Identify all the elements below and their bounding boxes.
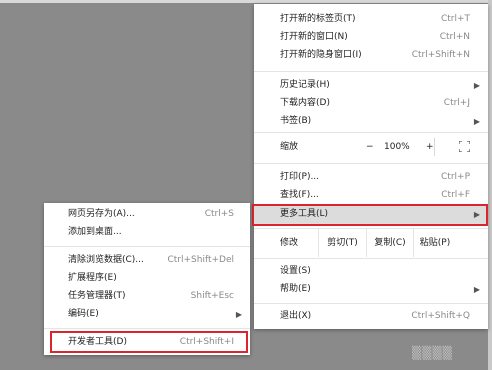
menu-item-label: 打开新的隐身窗口(I): [280, 50, 362, 60]
menu-item-settings[interactable]: 设置(S): [254, 263, 488, 280]
copy-button[interactable]: 复制(C): [366, 229, 413, 257]
developer-tools-highlight-box: [50, 331, 248, 353]
cut-button[interactable]: 剪切(T): [318, 229, 366, 257]
menu-item-shortcut: Ctrl+F: [441, 190, 470, 200]
zoom-level: 100%: [384, 142, 410, 152]
edit-row: 修改 剪切(T) 复制(C) 粘贴(P): [254, 229, 488, 257]
menu-item-bookmarks[interactable]: 书签(B) ▶: [254, 113, 488, 130]
watermark: ▒▒▒▒: [412, 346, 453, 360]
paste-button[interactable]: 粘贴(P): [413, 229, 456, 257]
submenu-arrow-icon: ▶: [473, 81, 480, 90]
menu-item-find[interactable]: 查找(F)... Ctrl+F: [254, 187, 488, 204]
menu-item-new-window[interactable]: 打开新的窗口(N) Ctrl+N: [254, 29, 488, 46]
submenu-item-task-manager[interactable]: 任务管理器(T) Shift+Esc: [44, 288, 250, 305]
zoom-divider: [434, 138, 435, 156]
menu-separator: [254, 258, 488, 259]
submenu-arrow-icon: ▶: [473, 117, 480, 126]
menu-item-shortcut: Ctrl+Shift+Q: [411, 311, 470, 321]
menu-item-label: 打开新的窗口(N): [280, 32, 348, 42]
window-right-edge: [488, 0, 492, 370]
menu-separator: [254, 303, 488, 304]
menu-item-history[interactable]: 历史记录(H) ▶: [254, 77, 488, 94]
submenu-arrow-icon: ▶: [235, 310, 242, 319]
submenu-item-extensions[interactable]: 扩展程序(E): [44, 270, 250, 287]
menu-item-print[interactable]: 打印(P)... Ctrl+P: [254, 169, 488, 186]
menu-separator: [254, 71, 488, 72]
menu-item-label: 下载内容(D): [280, 98, 330, 108]
menu-item-shortcut: Ctrl+N: [439, 32, 470, 42]
submenu-item-clear-data[interactable]: 清除浏览数据(C)... Ctrl+Shift+Del: [44, 252, 250, 269]
more-tools-highlight-box: [252, 204, 488, 226]
zoom-row: 缩放 − 100% +: [254, 132, 488, 162]
menu-separator: [44, 246, 250, 247]
menu-item-exit[interactable]: 退出(X) Ctrl+Shift+Q: [254, 308, 488, 325]
menu-item-shortcut: Ctrl+J: [443, 98, 470, 108]
menu-item-label: 网页另存为(A)...: [68, 209, 135, 219]
menu-item-shortcut: Ctrl+Shift+N: [411, 50, 470, 60]
menu-item-label: 编码(E): [68, 309, 99, 319]
submenu-item-encoding[interactable]: 编码(E) ▶: [44, 306, 250, 323]
menu-item-shortcut: Ctrl+S: [204, 209, 234, 219]
menu-item-label: 打印(P)...: [280, 172, 320, 182]
menu-item-label: 添加到桌面...: [68, 227, 122, 237]
menu-item-label: 任务管理器(T): [68, 291, 126, 301]
zoom-in-button[interactable]: +: [426, 132, 434, 162]
menu-item-label: 扩展程序(E): [68, 273, 117, 283]
menu-item-label: 打开新的标签页(T): [280, 14, 356, 24]
zoom-out-button[interactable]: −: [366, 132, 374, 162]
zoom-label: 缩放: [280, 142, 299, 152]
menu-item-shortcut: Ctrl+T: [440, 14, 470, 24]
menu-separator: [44, 328, 250, 329]
menu-item-downloads[interactable]: 下载内容(D) Ctrl+J: [254, 95, 488, 112]
fullscreen-icon[interactable]: [459, 141, 470, 152]
menu-item-label: 设置(S): [280, 266, 311, 276]
menu-item-label: 书签(B): [280, 116, 312, 126]
browser-top-strip: [0, 0, 492, 3]
menu-item-shortcut: Shift+Esc: [190, 291, 234, 301]
menu-item-shortcut: Ctrl+P: [441, 172, 470, 182]
menu-item-label: 帮助(E): [280, 284, 311, 294]
menu-item-shortcut: Ctrl+Shift+Del: [167, 255, 234, 265]
menu-item-label: 退出(X): [280, 311, 312, 321]
browser-main-menu: 打开新的标签页(T) Ctrl+T 打开新的窗口(N) Ctrl+N 打开新的隐…: [252, 4, 488, 329]
submenu-arrow-icon: ▶: [473, 285, 480, 294]
submenu-item-add-to-desktop[interactable]: 添加到桌面...: [44, 224, 250, 241]
menu-item-label: 历史记录(H): [280, 80, 330, 90]
menu-item-new-incognito[interactable]: 打开新的隐身窗口(I) Ctrl+Shift+N: [254, 47, 488, 64]
more-tools-submenu: 网页另存为(A)... Ctrl+S 添加到桌面... 清除浏览数据(C)...…: [44, 203, 250, 355]
submenu-item-save-page[interactable]: 网页另存为(A)... Ctrl+S: [44, 206, 250, 223]
menu-item-new-tab[interactable]: 打开新的标签页(T) Ctrl+T: [254, 11, 488, 28]
menu-item-help[interactable]: 帮助(E) ▶: [254, 281, 488, 298]
menu-item-label: 清除浏览数据(C)...: [68, 255, 144, 265]
menu-item-label: 查找(F)...: [280, 190, 319, 200]
menu-separator: [254, 163, 488, 164]
edit-label: 修改: [280, 238, 299, 248]
